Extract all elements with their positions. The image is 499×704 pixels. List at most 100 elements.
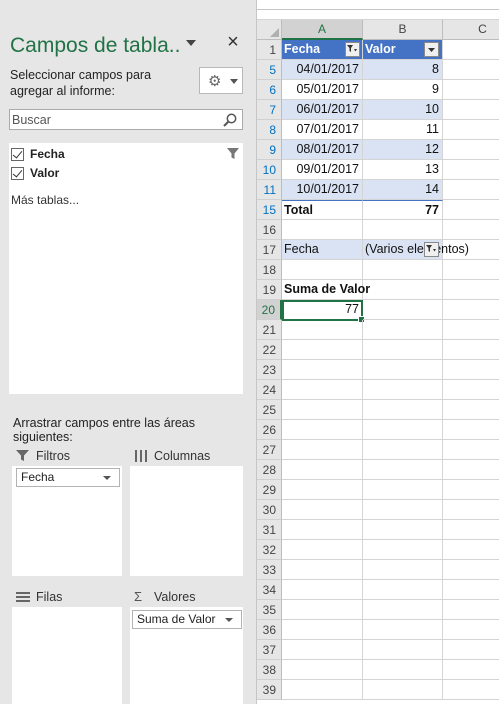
row-header-20[interactable]: 20 xyxy=(257,300,282,320)
grid-cell[interactable] xyxy=(282,420,363,440)
grid-cell[interactable] xyxy=(363,280,443,300)
grid-cell[interactable] xyxy=(282,320,363,340)
row-header-18[interactable]: 18 xyxy=(257,260,282,280)
table-total-value[interactable]: 77 xyxy=(363,200,443,220)
grid-cell[interactable] xyxy=(443,560,499,580)
filters-area[interactable]: Fecha xyxy=(12,466,122,576)
grid-cell[interactable] xyxy=(443,120,499,140)
grid-cell[interactable] xyxy=(443,460,499,480)
grid-cell[interactable] xyxy=(443,60,499,80)
grid-cell[interactable] xyxy=(363,540,443,560)
grid-cell[interactable] xyxy=(282,480,363,500)
row-header-24[interactable]: 24 xyxy=(257,380,282,400)
table-cell-valor[interactable]: 14 xyxy=(363,180,443,200)
table-cell-valor[interactable]: 8 xyxy=(363,60,443,80)
grid-cell[interactable] xyxy=(282,660,363,680)
grid-cell[interactable] xyxy=(443,280,499,300)
cell-c1[interactable] xyxy=(443,40,499,60)
grid-cell[interactable] xyxy=(363,320,443,340)
row-header-23[interactable]: 23 xyxy=(257,360,282,380)
field-item-fecha[interactable]: Fecha xyxy=(11,145,65,163)
table-header-fecha[interactable]: Fecha xyxy=(282,40,363,60)
row-header-9[interactable]: 9 xyxy=(257,140,282,160)
row-header-25[interactable]: 25 xyxy=(257,400,282,420)
grid-cell[interactable] xyxy=(363,380,443,400)
grid-cell[interactable] xyxy=(363,220,443,240)
table-cell-fecha[interactable]: 07/01/2017 xyxy=(282,120,363,140)
grid-cell[interactable] xyxy=(282,640,363,660)
grid-cell[interactable] xyxy=(282,500,363,520)
grid-cell[interactable] xyxy=(363,560,443,580)
grid-cell[interactable] xyxy=(443,80,499,100)
tools-gear-button[interactable]: ⚙ xyxy=(199,67,243,94)
grid-cell[interactable] xyxy=(282,440,363,460)
grid-cell[interactable] xyxy=(443,260,499,280)
row-header-28[interactable]: 28 xyxy=(257,460,282,480)
table-cell-fecha[interactable]: 06/01/2017 xyxy=(282,100,363,120)
grid-cell[interactable] xyxy=(443,600,499,620)
grid-cell[interactable] xyxy=(363,400,443,420)
row-header-15[interactable]: 15 xyxy=(257,200,282,220)
column-header-a[interactable]: A xyxy=(282,20,363,40)
grid-cell[interactable] xyxy=(282,680,363,700)
chevron-down-icon[interactable] xyxy=(186,40,196,46)
grid-cell[interactable] xyxy=(363,520,443,540)
grid-cell[interactable] xyxy=(443,400,499,420)
column-filter-button-valor[interactable] xyxy=(424,42,439,57)
search-icon[interactable] xyxy=(222,112,238,128)
grid-cell[interactable] xyxy=(443,580,499,600)
grid-cell[interactable] xyxy=(443,420,499,440)
table-cell-valor[interactable]: 13 xyxy=(363,160,443,180)
rows-area[interactable] xyxy=(12,607,122,704)
table-cell-valor[interactable]: 12 xyxy=(363,140,443,160)
row-header-19[interactable]: 19 xyxy=(257,280,282,300)
row-header-7[interactable]: 7 xyxy=(257,100,282,120)
grid-cell[interactable] xyxy=(282,600,363,620)
row-header-17[interactable]: 17 xyxy=(257,240,282,260)
grid-cell[interactable] xyxy=(282,620,363,640)
grid-cell[interactable] xyxy=(282,580,363,600)
grid-cell[interactable] xyxy=(363,300,443,320)
grid-cell[interactable] xyxy=(363,580,443,600)
grid-cell[interactable] xyxy=(363,500,443,520)
search-input[interactable] xyxy=(10,110,210,129)
row-header-29[interactable]: 29 xyxy=(257,480,282,500)
grid-cell[interactable] xyxy=(363,260,443,280)
grid-cell[interactable] xyxy=(363,660,443,680)
grid-cell[interactable] xyxy=(443,520,499,540)
grid-cell[interactable] xyxy=(363,480,443,500)
filter-pill-fecha[interactable]: Fecha xyxy=(16,468,120,487)
row-header-10[interactable]: 10 xyxy=(257,160,282,180)
grid-cell[interactable] xyxy=(443,440,499,460)
row-header-8[interactable]: 8 xyxy=(257,120,282,140)
row-header-38[interactable]: 38 xyxy=(257,660,282,680)
grid-cell[interactable] xyxy=(282,380,363,400)
close-pane-button[interactable]: × xyxy=(224,32,242,52)
grid-cell[interactable] xyxy=(443,220,499,240)
column-header-c[interactable]: C xyxy=(443,20,499,40)
grid-cell[interactable] xyxy=(363,340,443,360)
grid-cell[interactable] xyxy=(363,460,443,480)
grid-cell[interactable] xyxy=(282,460,363,480)
funnel-icon[interactable] xyxy=(227,148,239,160)
chevron-down-icon[interactable] xyxy=(103,476,111,480)
row-header-6[interactable]: 6 xyxy=(257,80,282,100)
table-cell-fecha[interactable]: 09/01/2017 xyxy=(282,160,363,180)
grid-cell[interactable] xyxy=(443,380,499,400)
grid-cell[interactable] xyxy=(363,600,443,620)
row-header-5[interactable]: 5 xyxy=(257,60,282,80)
pivot-filter-button[interactable] xyxy=(424,242,439,257)
grid-cell[interactable] xyxy=(443,500,499,520)
grid-cell[interactable] xyxy=(363,360,443,380)
pivot-filter-field[interactable]: Fecha xyxy=(282,240,363,260)
grid-cell[interactable] xyxy=(443,660,499,680)
grid-cell[interactable] xyxy=(443,540,499,560)
pivot-value-header[interactable]: Suma de Valor xyxy=(282,280,370,300)
grid-cell[interactable] xyxy=(443,620,499,640)
table-cell-fecha[interactable]: 04/01/2017 xyxy=(282,60,363,80)
row-header-33[interactable]: 33 xyxy=(257,560,282,580)
row-header-30[interactable]: 30 xyxy=(257,500,282,520)
cell-c15[interactable] xyxy=(443,200,499,220)
row-header-27[interactable]: 27 xyxy=(257,440,282,460)
row-header-11[interactable]: 11 xyxy=(257,180,282,200)
